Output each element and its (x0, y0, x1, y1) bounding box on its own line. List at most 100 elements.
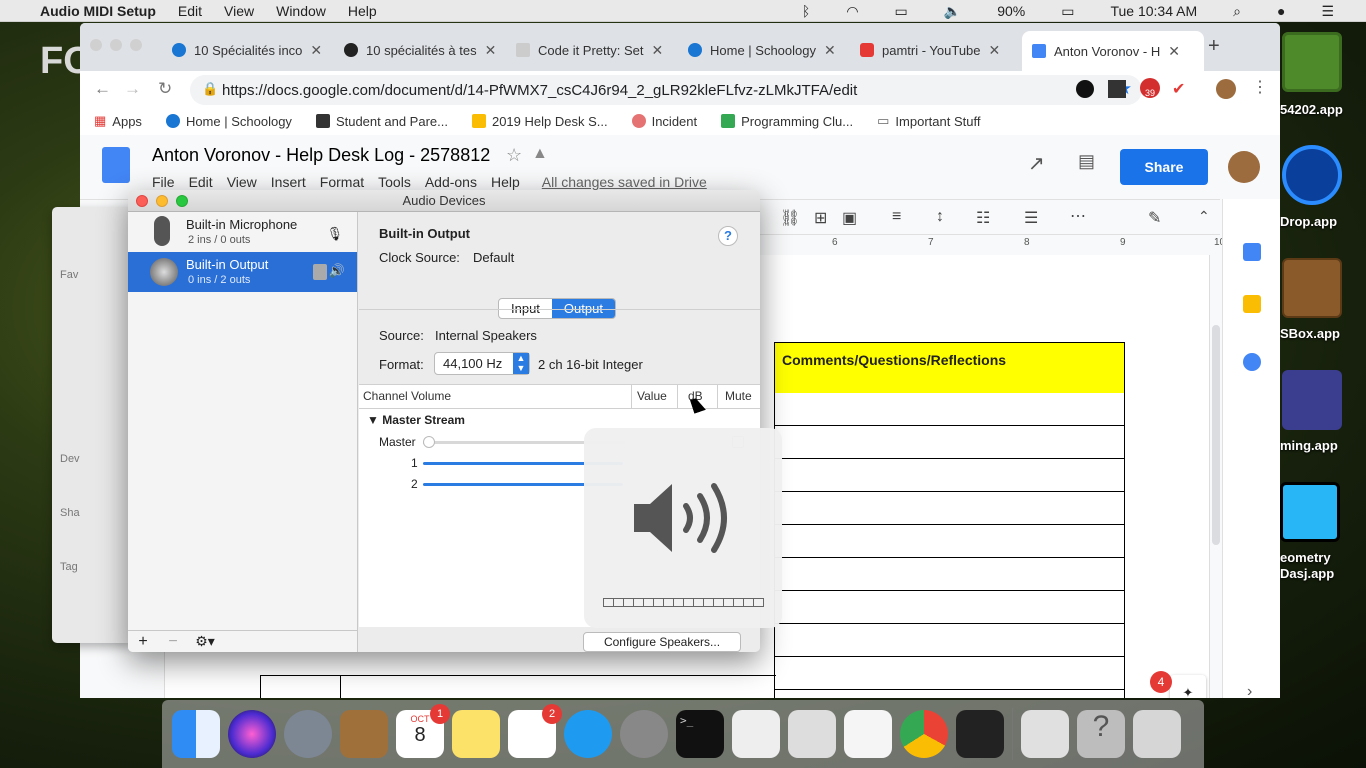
notification-center-icon[interactable]: ☰ (1321, 3, 1334, 20)
align-icon[interactable]: ≡ (892, 208, 901, 226)
editing-mode-icon[interactable]: ✎ (1148, 208, 1161, 228)
menu-window[interactable]: Window (276, 3, 326, 19)
close-button[interactable] (136, 195, 148, 207)
menu-view[interactable]: View (224, 3, 254, 19)
desktop-item-label[interactable]: ming.app (1280, 438, 1338, 453)
docs-menu-view[interactable]: View (227, 174, 257, 190)
share-button[interactable]: Share (1120, 149, 1208, 185)
dosbox-app-icon[interactable] (1282, 258, 1342, 318)
browser-tab[interactable]: Home | Schoology ✕ (678, 37, 850, 63)
move-to-drive-icon[interactable]: ▲ (532, 145, 548, 163)
bookmark-item[interactable]: 2019 Help Desk S... (471, 114, 608, 129)
volume-icon[interactable]: 🔈 (944, 3, 961, 20)
siri-dock-icon[interactable] (228, 710, 276, 758)
grapher-dock-icon[interactable] (788, 710, 836, 758)
new-tab-button[interactable]: + (1208, 35, 1220, 58)
expand-panel-icon[interactable]: › (1247, 683, 1252, 698)
battery-percent[interactable]: 90% (997, 3, 1025, 19)
docs-menu-addons[interactable]: Add-ons (425, 174, 477, 190)
trash-dock-icon[interactable] (1133, 710, 1181, 758)
desktop-item-label[interactable]: 54202.app (1280, 102, 1343, 117)
desktop-item-label[interactable]: Drop.app (1280, 214, 1337, 229)
forward-icon[interactable]: → (124, 79, 141, 99)
system-preferences-dock-icon[interactable] (620, 710, 668, 758)
browser-tab[interactable]: Code it Pretty: Set ✕ (506, 37, 678, 63)
gaming-app-icon[interactable] (1282, 370, 1342, 430)
bookmark-folder[interactable]: ▭ Important Stuff (877, 113, 980, 129)
table-left-cells[interactable] (260, 675, 776, 698)
textedit-dock-icon[interactable] (844, 710, 892, 758)
save-status[interactable]: All changes saved in Drive (542, 174, 707, 190)
bookmark-item[interactable]: Student and Pare... (315, 114, 448, 129)
extension-icon[interactable] (1076, 80, 1094, 98)
clock[interactable]: Tue 10:34 AM (1110, 3, 1197, 19)
docs-menu-file[interactable]: File (152, 174, 175, 190)
finder-dock-icon[interactable] (172, 710, 220, 758)
menu-edit[interactable]: Edit (178, 3, 202, 19)
table-header-cell[interactable]: Comments/Questions/Reflections (774, 342, 1125, 394)
explore-button[interactable]: ✦ (1170, 675, 1206, 698)
close-window-button[interactable] (90, 39, 102, 51)
airdrop-app-icon[interactable] (1282, 145, 1342, 205)
extension-icon[interactable] (1108, 80, 1126, 98)
remove-device-icon[interactable]: − (158, 633, 188, 651)
script-editor-dock-icon[interactable] (732, 710, 780, 758)
bookmark-item[interactable]: Programming Clu... (721, 114, 853, 129)
more-icon[interactable]: ⋯ (1070, 206, 1086, 226)
bulleted-list-icon[interactable]: ☰ (1024, 208, 1038, 228)
launchpad-dock-icon[interactable] (284, 710, 332, 758)
device-built-in-output[interactable]: Built-in Output 0 ins / 2 outs 🔊 (128, 252, 357, 292)
gear-icon[interactable]: ⚙▾ (188, 633, 222, 650)
back-icon[interactable]: ← (94, 79, 111, 99)
window-titlebar[interactable]: Audio Devices (128, 190, 760, 212)
chrome-dock-icon[interactable] (900, 710, 948, 758)
browser-tab[interactable]: pamtri - YouTube ✕ (850, 37, 1022, 63)
close-tab-icon[interactable]: ✕ (824, 42, 836, 59)
bookmark-item[interactable]: Incident (631, 114, 697, 129)
docs-logo-icon[interactable] (102, 147, 130, 183)
close-tab-icon[interactable]: ✕ (310, 42, 322, 59)
finder-window[interactable]: Fav Dev Sha Tag (52, 207, 132, 643)
add-device-icon[interactable]: + (128, 633, 158, 651)
wifi-icon[interactable]: ◠ (846, 3, 858, 20)
browser-tab[interactable]: 10 spécialités à tes ✕ (334, 37, 506, 63)
bookmark-item[interactable]: Home | Schoology (165, 114, 292, 129)
reminders-dock-icon[interactable]: 2 (508, 704, 562, 758)
docs-menu-help[interactable]: Help (491, 174, 520, 190)
close-tab-icon[interactable]: ✕ (989, 42, 1001, 59)
comments-icon[interactable]: ▤ (1078, 151, 1095, 172)
numbered-list-icon[interactable]: ☷ (976, 208, 990, 228)
master-slider-knob[interactable] (423, 436, 435, 448)
zip-archive-dock-icon[interactable] (1021, 710, 1069, 758)
geometry-dash-app-icon[interactable] (1280, 482, 1340, 542)
help-button[interactable]: ? (718, 226, 738, 246)
column-value[interactable]: Value (637, 389, 667, 403)
docs-menu-format[interactable]: Format (320, 174, 364, 190)
table-body[interactable] (774, 393, 1125, 698)
app-menu[interactable]: Audio MIDI Setup (40, 3, 156, 19)
browser-tab-active[interactable]: Anton Voronov - H ✕ (1022, 31, 1204, 71)
doc-scrollbar[interactable] (1212, 325, 1220, 545)
notes-dock-icon[interactable] (452, 710, 500, 758)
zoom-button[interactable] (176, 195, 188, 207)
master-stream-row[interactable]: ▼ Master Stream (367, 413, 465, 427)
calendar-dock-icon[interactable]: OCT 8 1 (396, 704, 450, 758)
unknown-app-dock-icon[interactable]: ? (1077, 710, 1125, 758)
close-tab-icon[interactable]: ✕ (652, 42, 664, 59)
minecraft-app-icon[interactable] (1282, 32, 1342, 92)
star-icon[interactable]: ☆ (506, 145, 522, 166)
spotlight-icon[interactable]: ⌕ (1233, 3, 1241, 20)
column-mute[interactable]: Mute (725, 389, 752, 403)
tasks-addon-icon[interactable] (1243, 353, 1261, 371)
docs-menu-edit[interactable]: Edit (189, 174, 213, 190)
browser-tab[interactable]: 10 Spécialités inco ✕ (162, 37, 334, 63)
image-icon[interactable]: ▣ (842, 208, 857, 228)
contacts-dock-icon[interactable] (340, 710, 388, 758)
document-title[interactable]: Anton Voronov - Help Desk Log - 2578812 (152, 145, 490, 166)
account-avatar[interactable] (1228, 151, 1260, 183)
close-tab-icon[interactable]: ✕ (1168, 43, 1180, 60)
configure-speakers-button[interactable]: Configure Speakers... (583, 632, 741, 652)
more-menu-icon[interactable]: ⋮ (1252, 77, 1268, 97)
comment-add-icon[interactable]: ⊞ (814, 208, 827, 228)
minimize-window-button[interactable] (110, 39, 122, 51)
